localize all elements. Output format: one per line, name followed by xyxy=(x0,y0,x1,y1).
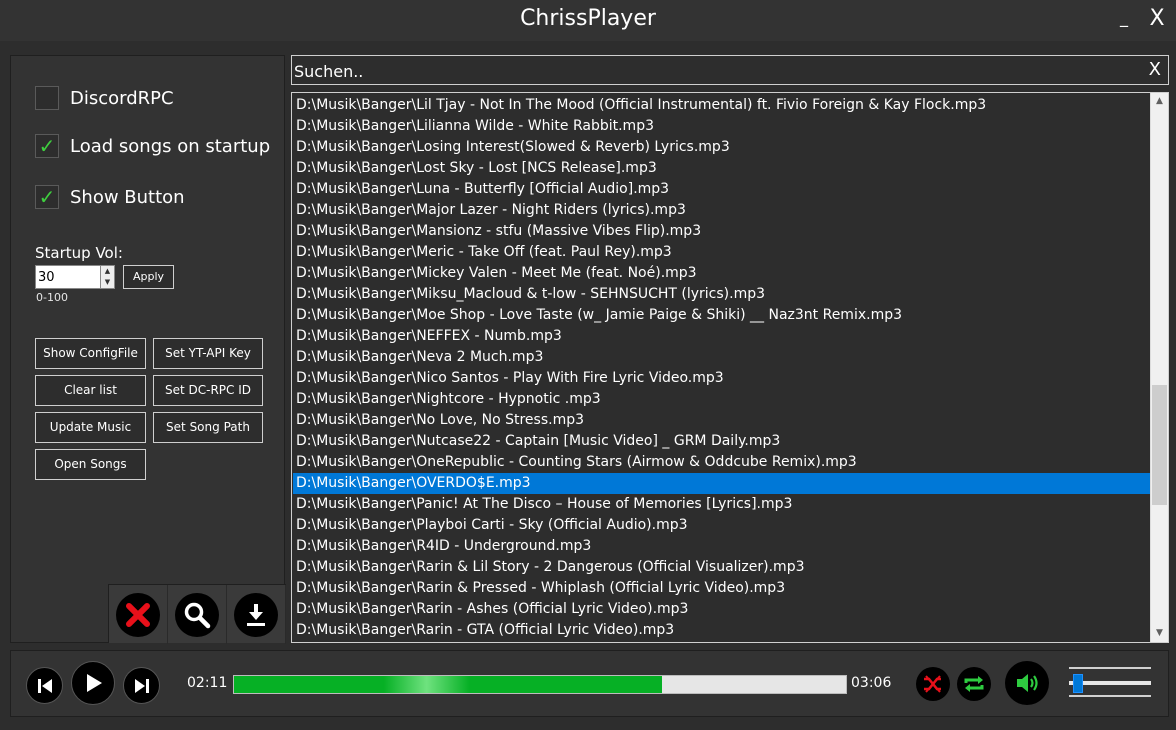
player-bar: 02:11 03:06 xyxy=(10,650,1169,717)
shuffle-off-icon xyxy=(924,675,941,693)
song-item[interactable]: D:\Musik\Banger\Rarin - GTA (Official Ly… xyxy=(293,620,1150,641)
song-item[interactable]: D:\Musik\Banger\Mansionz - stfu (Massive… xyxy=(293,221,1150,242)
song-item[interactable]: D:\Musik\Banger\Rarin & Pressed - Whipla… xyxy=(293,578,1150,599)
stepper-down-icon[interactable]: ▼ xyxy=(101,277,114,288)
next-button[interactable] xyxy=(123,667,160,704)
vol-range-label: 0-100 xyxy=(36,291,68,304)
show-button-row[interactable]: ✓ Show Button xyxy=(35,184,185,210)
delete-icon xyxy=(116,592,160,637)
volume-icon xyxy=(1017,674,1038,692)
volume-thumb[interactable] xyxy=(1073,674,1084,693)
play-button[interactable] xyxy=(71,661,115,705)
song-item[interactable]: D:\Musik\Banger\R4ID - Underground.mp3 xyxy=(293,536,1150,557)
song-item[interactable]: D:\Musik\Banger\Rarin & Lil Story - 2 Da… xyxy=(293,557,1150,578)
stepper-up-icon[interactable]: ▲ xyxy=(101,266,114,277)
set-dc-rpc-button[interactable]: Set DC-RPC ID xyxy=(153,375,263,406)
download-button[interactable] xyxy=(227,585,286,644)
shuffle-button[interactable] xyxy=(916,667,950,701)
search-bar: X xyxy=(291,55,1169,85)
song-item[interactable]: D:\Musik\Banger\Lost Sky - Lost [NCS Rel… xyxy=(293,158,1150,179)
volume-slider[interactable] xyxy=(1063,663,1155,701)
song-item[interactable]: D:\Musik\Banger\Panic! At The Disco – Ho… xyxy=(293,494,1150,515)
scrollbar[interactable]: ▲ ▼ xyxy=(1150,93,1168,642)
set-yt-api-button[interactable]: Set YT-API Key xyxy=(153,338,263,369)
minimize-button[interactable]: _ xyxy=(1116,8,1132,28)
load-songs-label: Load songs on startup xyxy=(70,135,271,157)
scroll-down-icon[interactable]: ▼ xyxy=(1151,625,1168,642)
startup-vol-label: Startup Vol: xyxy=(35,244,123,262)
vol-stepper[interactable]: ▲ ▼ xyxy=(100,265,115,289)
delete-button[interactable] xyxy=(109,585,168,644)
song-item[interactable]: D:\Musik\Banger\No Love, No Stress.mp3 xyxy=(293,410,1150,431)
load-songs-row[interactable]: ✓ Load songs on startup xyxy=(35,133,270,159)
tool-bar xyxy=(108,584,286,644)
search-input[interactable] xyxy=(294,60,1134,82)
song-item[interactable]: D:\Musik\Banger\Lil Tjay - Not In The Mo… xyxy=(293,95,1150,116)
scroll-thumb[interactable] xyxy=(1152,385,1167,505)
show-config-button[interactable]: Show ConfigFile xyxy=(35,338,146,369)
scroll-up-icon[interactable]: ▲ xyxy=(1151,93,1168,110)
volume-button[interactable] xyxy=(1005,661,1049,705)
song-item[interactable]: D:\Musik\Banger\Losing Interest(Slowed &… xyxy=(293,137,1150,158)
discord-rpc-row[interactable]: DiscordRPC xyxy=(35,85,174,111)
progress-bar[interactable] xyxy=(233,675,847,694)
song-list[interactable]: D:\Musik\Banger\Lil Tjay - Not In The Mo… xyxy=(291,92,1169,643)
song-item[interactable]: D:\Musik\Banger\Nutcase22 - Captain [Mus… xyxy=(293,431,1150,452)
search-icon xyxy=(175,592,219,637)
update-music-button[interactable]: Update Music xyxy=(35,412,146,443)
window-title: ChrissPlayer xyxy=(520,6,656,31)
search-button[interactable] xyxy=(168,585,227,644)
load-songs-checkbox[interactable]: ✓ xyxy=(35,134,59,158)
title-bar: ChrissPlayer _ X xyxy=(0,0,1176,41)
total-time: 03:06 xyxy=(851,675,892,691)
song-item[interactable]: D:\Musik\Banger\Neva 2 Much.mp3 xyxy=(293,347,1150,368)
apply-button[interactable]: Apply xyxy=(123,265,174,289)
set-song-path-button[interactable]: Set Song Path xyxy=(153,412,263,443)
song-item[interactable]: D:\Musik\Banger\Miksu_Macloud & t-low - … xyxy=(293,284,1150,305)
song-item[interactable]: D:\Musik\Banger\OVERDO$E.mp3 xyxy=(293,473,1150,494)
search-clear-button[interactable]: X xyxy=(1149,59,1161,80)
song-item[interactable]: D:\Musik\Banger\Playboi Carti - Sky (Off… xyxy=(293,515,1150,536)
previous-button[interactable] xyxy=(26,667,63,704)
download-icon xyxy=(234,592,278,637)
skip-forward-icon xyxy=(134,678,149,693)
song-item[interactable]: D:\Musik\Banger\Moe Shop - Love Taste (w… xyxy=(293,305,1150,326)
song-item[interactable]: D:\Musik\Banger\NEFFEX - Numb.mp3 xyxy=(293,326,1150,347)
song-item[interactable]: D:\Musik\Banger\Major Lazer - Night Ride… xyxy=(293,200,1150,221)
song-item[interactable]: D:\Musik\Banger\Nightcore - Hypnotic .mp… xyxy=(293,389,1150,410)
current-time: 02:11 xyxy=(187,675,228,691)
settings-panel: DiscordRPC ✓ Load songs on startup ✓ Sho… xyxy=(10,55,286,644)
song-item[interactable]: D:\Musik\Banger\Lilianna Wilde - White R… xyxy=(293,116,1150,137)
startup-vol-input[interactable] xyxy=(35,265,101,289)
repeat-button[interactable] xyxy=(957,667,991,701)
skip-back-icon xyxy=(37,678,52,693)
discord-rpc-label: DiscordRPC xyxy=(70,87,174,109)
song-item[interactable]: D:\Musik\Banger\Luna - Butterfly [Offici… xyxy=(293,179,1150,200)
song-item[interactable]: D:\Musik\Banger\Mickey Valen - Meet Me (… xyxy=(293,263,1150,284)
song-item[interactable]: D:\Musik\Banger\OneRepublic - Counting S… xyxy=(293,452,1150,473)
song-item[interactable]: D:\Musik\Banger\Nico Santos - Play With … xyxy=(293,368,1150,389)
show-button-label: Show Button xyxy=(70,186,185,208)
close-button[interactable]: X xyxy=(1146,6,1168,31)
song-item[interactable]: D:\Musik\Banger\Rarin - Ashes (Official … xyxy=(293,599,1150,620)
play-icon xyxy=(87,674,102,692)
open-songs-button[interactable]: Open Songs xyxy=(35,449,146,480)
progress-fill xyxy=(234,676,663,693)
discord-rpc-checkbox[interactable] xyxy=(35,86,59,110)
show-button-checkbox[interactable]: ✓ xyxy=(35,185,59,209)
song-item[interactable]: D:\Musik\Banger\Meric - Take Off (feat. … xyxy=(293,242,1150,263)
clear-list-button[interactable]: Clear list xyxy=(35,375,146,406)
repeat-icon xyxy=(964,676,984,692)
